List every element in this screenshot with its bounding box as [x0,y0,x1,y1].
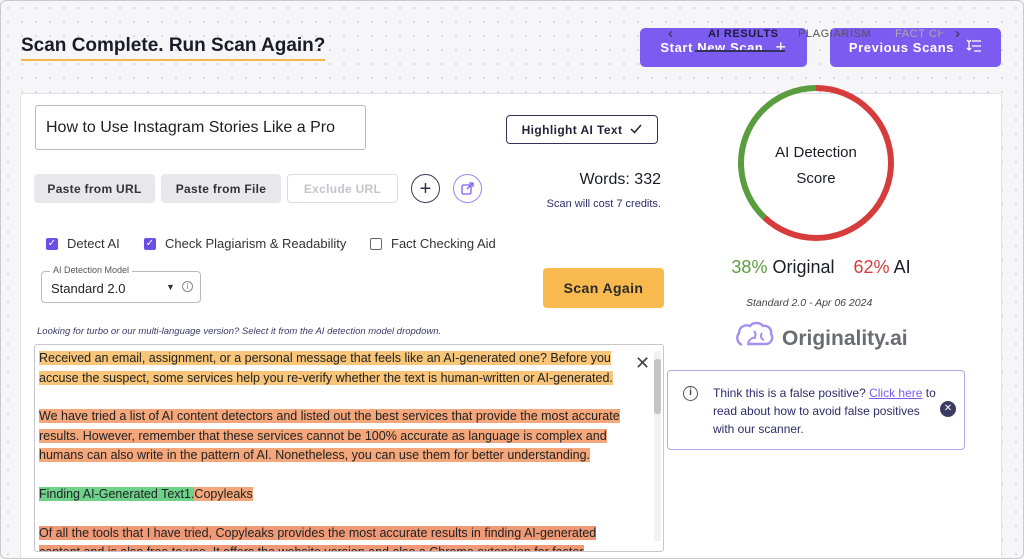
highlighted-paragraph: Received an email, assignment, or a pers… [39,351,613,385]
results-tabs: ‹ AI RESULTS PLAGIARISM FACT CHECK › [668,19,968,55]
highlighted-paragraph: We have tried a list of AI content detec… [39,409,620,463]
score-summary: 38% Original 62% AI [721,257,921,278]
scan-text-area[interactable]: Received an email, assignment, or a pers… [34,344,664,552]
tab-plagiarism[interactable]: PLAGIARISM [798,28,871,40]
exclude-url-input[interactable]: Exclude URL [287,174,398,203]
add-icon[interactable]: + [411,174,440,203]
gauge-label-line1: AI Detection [775,144,857,161]
info-icon: i [683,386,698,401]
ai-percent: 62% [853,257,890,277]
active-tab-indicator [695,50,785,52]
false-positive-notice: i Think this is a false positive? Click … [667,370,965,450]
false-positive-prefix: Think this is a false positive? [713,386,870,400]
chevron-right-icon[interactable]: › [955,25,960,42]
checkbox-checked-icon: ✓ [144,237,156,250]
ai-detection-score-gauge: AI Detection Score [735,82,897,244]
close-icon[interactable]: ✕ [635,353,650,374]
tab-ai-results[interactable]: AI RESULTS [708,28,779,40]
paste-from-file-button[interactable]: Paste from File [161,174,281,203]
checkbox-unchecked-icon [370,237,382,250]
caret-down-icon: ▼ [166,282,175,292]
highlight-ai-text-label: Highlight AI Text [521,122,623,137]
highlight-ai-text-button[interactable]: Highlight AI Text [506,115,658,144]
scan-cost: Scan will cost 7 credits. [546,198,661,210]
scrollbar[interactable] [654,351,661,541]
logo-text: Originality.ai [782,326,908,350]
text-content: Received an email, assignment, or a pers… [39,349,639,551]
click-here-link[interactable]: Click here [869,386,922,400]
document-title-input[interactable]: How to Use Instagram Stories Like a Pro [35,105,366,150]
list-sort-icon [966,37,982,58]
highlighted-heading: Finding AI-Generated Text1. [39,486,195,501]
highlighted-paragraph: Of all the tools that I have tried, Copy… [39,525,597,551]
scan-again-button[interactable]: Scan Again [543,268,664,308]
fact-checking-label: Fact Checking Aid [391,236,496,251]
checkmark-icon [630,123,642,137]
fact-checking-checkbox[interactable]: Fact Checking Aid [370,236,496,251]
model-select-legend: AI Detection Model [50,265,133,275]
detect-ai-label: Detect AI [67,236,120,251]
gauge-label: AI Detection Score [735,140,897,192]
model-date: Standard 2.0 - Apr 06 2024 [746,297,873,309]
page-title: Scan Complete. Run Scan Again? [21,35,326,61]
false-positive-text: Think this is a false positive? Click he… [713,384,938,438]
checkbox-checked-icon: ✓ [46,237,58,250]
model-hint-text: Looking for turbo or our multi-language … [37,326,442,337]
check-plagiarism-checkbox[interactable]: ✓ Check Plagiarism & Readability [144,236,346,251]
check-plagiarism-label: Check Plagiarism & Readability [165,236,347,251]
original-percent: 38% [731,257,768,277]
detect-ai-checkbox[interactable]: ✓ Detect AI [46,236,120,251]
info-icon[interactable]: i [182,281,193,292]
originality-logo: Originality.ai [734,321,908,356]
tab-fact-check[interactable]: FACT CHECK [895,28,943,40]
model-select-value: Standard 2.0 [51,281,126,296]
highlighted-heading: Copyleaks [194,486,253,501]
share-icon[interactable] [453,174,482,203]
ai-detection-model-select[interactable]: AI Detection Model Standard 2.0 ▼ i [41,265,201,303]
gauge-label-line2: Score [796,170,836,187]
word-count: Words: 332 [579,171,661,188]
paste-from-url-button[interactable]: Paste from URL [34,174,155,203]
ai-label: AI [893,257,911,277]
chevron-left-icon[interactable]: ‹ [668,25,673,42]
brain-logo-icon [734,321,774,356]
scroll-thumb[interactable] [654,359,661,414]
close-icon[interactable]: ✕ [940,401,956,417]
app-window: Scan Complete. Run Scan Again? Start New… [0,0,1024,559]
original-label: Original [772,257,835,277]
